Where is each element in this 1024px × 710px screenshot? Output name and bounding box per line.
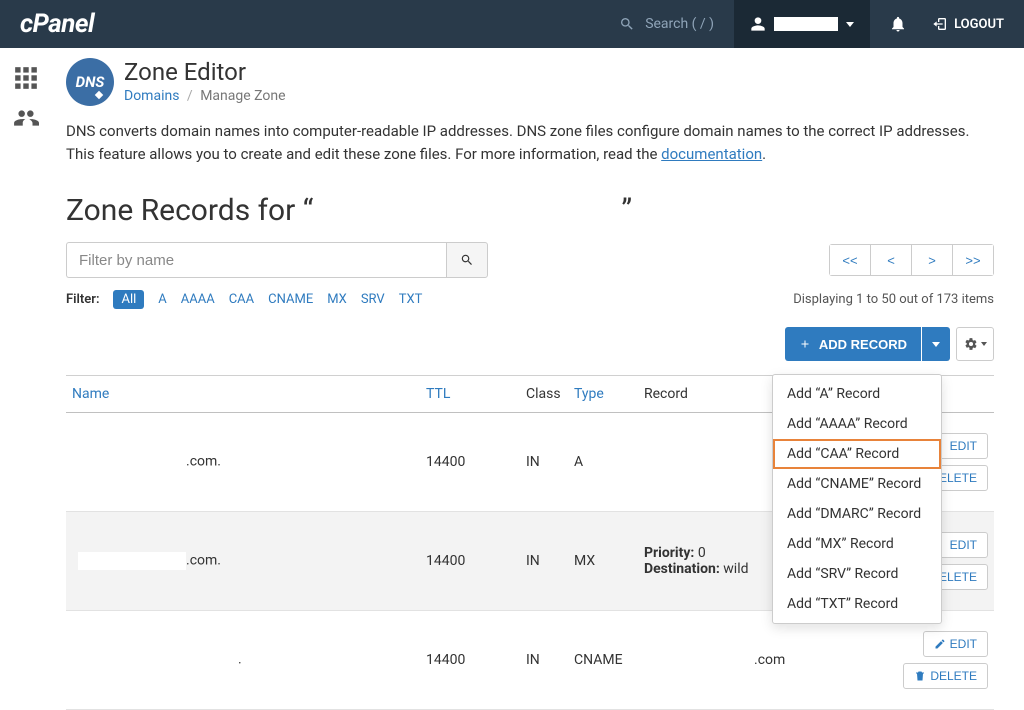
username-mask (774, 17, 838, 31)
col-ttl[interactable]: TTL (426, 386, 526, 402)
table-row: . 14400 IN CNAME .com EDIT DELETE (66, 611, 994, 710)
filter-tag-srv[interactable]: SRV (361, 292, 385, 307)
description-text: DNS converts domain names into computer-… (66, 122, 969, 163)
filter-search-button[interactable] (446, 242, 488, 278)
cell-ttl: 14400 (426, 454, 526, 470)
filter-tag-a[interactable]: A (158, 292, 166, 307)
chevron-down-icon (981, 342, 987, 346)
zone-heading-suffix: ” (621, 193, 632, 228)
sidebar (0, 48, 52, 138)
breadcrumb-current: Manage Zone (200, 88, 285, 104)
col-type[interactable]: Type (574, 386, 644, 402)
add-record-label: ADD RECORD (819, 337, 907, 352)
trash-icon (914, 670, 926, 682)
documentation-link[interactable]: documentation (661, 145, 762, 163)
pager-first[interactable]: << (829, 244, 871, 276)
page-title: Zone Editor (124, 58, 286, 86)
filter-tag-caa[interactable]: CAA (229, 292, 254, 307)
pager-last[interactable]: >> (952, 244, 994, 276)
cell-type: MX (574, 553, 644, 569)
users-icon (13, 105, 39, 131)
chevron-down-icon (846, 22, 854, 27)
cell-ttl: 14400 (426, 553, 526, 569)
bell-icon (889, 15, 907, 33)
global-search[interactable]: Search ( / ) (619, 16, 714, 32)
search-icon (619, 16, 635, 32)
logout-icon (932, 16, 948, 32)
notifications-button[interactable] (870, 0, 926, 48)
user-menu[interactable] (734, 0, 870, 48)
dropdown-item[interactable]: Add “AAAA” Record (773, 409, 941, 439)
main-content: DNS Zone Editor Domains / Manage Zone DN… (52, 48, 1024, 710)
pager: << < > >> (829, 244, 994, 276)
cpanel-logo[interactable]: cPanel (20, 9, 94, 39)
filter-tags: Filter: All A AAAA CAA CNAME MX SRV TXT … (66, 290, 994, 309)
edit-button[interactable]: EDIT (939, 433, 988, 459)
filter-input[interactable] (66, 242, 446, 278)
dropdown-item[interactable]: Add “CNAME” Record (773, 469, 941, 499)
edit-button[interactable]: EDIT (923, 631, 988, 657)
col-name[interactable]: Name (66, 386, 426, 402)
zone-heading-prefix: Zone Records for “ (66, 193, 313, 228)
pager-prev[interactable]: < (870, 244, 912, 276)
add-record-button[interactable]: ADD RECORD (785, 327, 921, 361)
breadcrumb: Domains / Manage Zone (124, 88, 286, 104)
settings-button[interactable] (956, 327, 994, 361)
gear-icon (964, 337, 978, 351)
filter-label: Filter: (66, 292, 99, 307)
action-row: ADD RECORD (66, 327, 994, 361)
sidebar-apps-button[interactable] (0, 58, 52, 98)
pager-next[interactable]: > (911, 244, 953, 276)
page-description: DNS converts domain names into computer-… (66, 120, 994, 165)
pencil-icon (934, 638, 946, 650)
add-record-dropdown-toggle[interactable] (922, 327, 950, 361)
logout-button[interactable]: LOGOUT (926, 0, 1024, 48)
topbar: cPanel Search ( / ) LOGOUT (0, 0, 1024, 48)
cell-name: .com. (66, 552, 426, 570)
cell-record: .com (644, 652, 894, 668)
person-icon (750, 16, 766, 32)
edit-button[interactable]: EDIT (939, 532, 988, 558)
grid-icon (13, 65, 39, 91)
dropdown-item[interactable]: Add “CAA” Record (773, 439, 941, 469)
dropdown-item[interactable]: Add “MX” Record (773, 529, 941, 559)
description-period: . (762, 145, 766, 163)
delete-button[interactable]: DELETE (903, 663, 988, 689)
chevron-down-icon (932, 342, 940, 347)
logout-label: LOGOUT (954, 17, 1004, 32)
plus-icon (799, 338, 811, 350)
dropdown-item[interactable]: Add “TXT” Record (773, 589, 941, 619)
cell-class: IN (526, 454, 574, 470)
cell-name: . (66, 651, 426, 669)
filter-tag-cname[interactable]: CNAME (268, 292, 313, 307)
dropdown-item[interactable]: Add “SRV” Record (773, 559, 941, 589)
filter-tag-mx[interactable]: MX (327, 292, 347, 307)
display-count: Displaying 1 to 50 out of 173 items (793, 292, 994, 307)
col-class: Class (526, 386, 574, 402)
dropdown-item[interactable]: Add “A” Record (773, 379, 941, 409)
cell-class: IN (526, 652, 574, 668)
zone-records-heading: Zone Records for “ ” (66, 193, 994, 228)
filter-tag-txt[interactable]: TXT (399, 292, 423, 307)
breadcrumb-separator: / (187, 88, 193, 104)
search-placeholder: Search ( / ) (645, 16, 714, 32)
cell-type: CNAME (574, 652, 644, 668)
filter-tag-aaaa[interactable]: AAAA (181, 292, 215, 307)
sidebar-users-button[interactable] (0, 98, 52, 138)
breadcrumb-domains-link[interactable]: Domains (124, 88, 179, 104)
dns-icon: DNS (66, 58, 114, 106)
filter-tag-all[interactable]: All (113, 290, 144, 309)
add-record-dropdown: Add “A” Record Add “AAAA” Record Add “CA… (772, 374, 942, 624)
cell-type: A (574, 454, 644, 470)
filter-row: << < > >> (66, 242, 994, 278)
search-icon (460, 253, 474, 267)
cell-class: IN (526, 553, 574, 569)
cell-actions: EDIT DELETE (894, 631, 994, 689)
dropdown-item[interactable]: Add “DMARC” Record (773, 499, 941, 529)
cell-name: .com. (66, 453, 426, 471)
page-header: DNS Zone Editor Domains / Manage Zone (66, 58, 994, 106)
cell-ttl: 14400 (426, 652, 526, 668)
